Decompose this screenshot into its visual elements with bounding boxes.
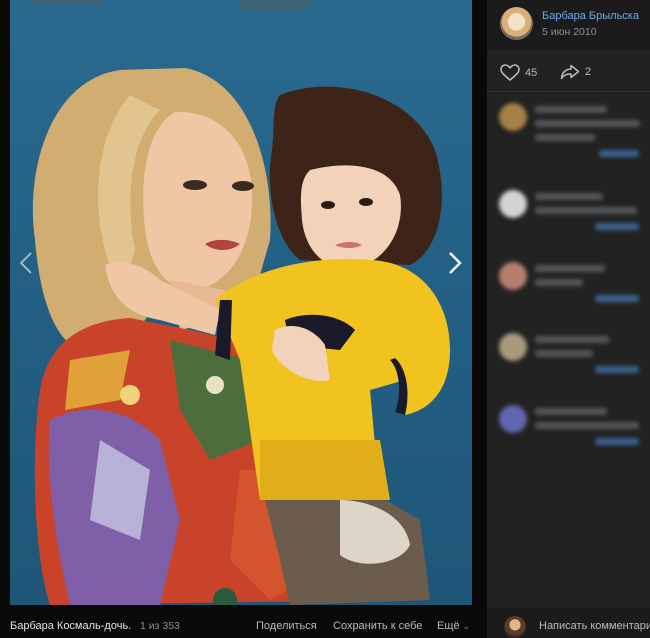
- previous-photo-button[interactable]: [14, 248, 38, 278]
- comment-avatar: [499, 262, 527, 290]
- save-to-my-photos-button[interactable]: Сохранить к себе: [333, 620, 422, 632]
- comment-avatar: [499, 190, 527, 218]
- comment-reply-placeholder: [595, 438, 639, 445]
- photo[interactable]: [10, 0, 472, 605]
- reactions-bar: 45 2: [487, 56, 650, 92]
- author-name-link[interactable]: Барбара Брыльска: [542, 10, 639, 22]
- comment-text-placeholder: [535, 350, 593, 357]
- chevron-down-icon: ⌄: [462, 621, 471, 631]
- comment-item: [499, 103, 644, 163]
- comment-avatar: [499, 405, 527, 433]
- comment-reply-placeholder: [595, 295, 639, 302]
- photo-counter: 1 из 353: [140, 620, 180, 632]
- more-label: Ещё: [437, 620, 460, 632]
- comment-author-placeholder: [535, 408, 607, 415]
- photo-caption: Барбара Космаль-дочь.: [10, 620, 132, 632]
- comment-author-placeholder: [535, 265, 605, 272]
- comment-text-placeholder: [535, 422, 639, 429]
- comment-text-placeholder: [535, 207, 637, 214]
- post-date: 5 июн 2010: [542, 26, 597, 38]
- repost-button[interactable]: 2: [560, 64, 591, 80]
- comment-avatar: [499, 103, 527, 131]
- comment-reply-placeholder: [599, 150, 639, 157]
- comment-author-placeholder: [535, 106, 607, 113]
- photo-caption-bar: Барбара Космаль-дочь. 1 из 353 Поделитьс…: [0, 612, 487, 638]
- repost-count: 2: [585, 66, 592, 78]
- photo-viewer: Барбара Космаль-дочь. 1 из 353 Поделитьс…: [0, 0, 487, 638]
- comment-author-placeholder: [535, 193, 603, 200]
- author-avatar[interactable]: [500, 7, 533, 40]
- heart-icon: [500, 64, 520, 81]
- comment-item: [499, 333, 644, 393]
- share-arrow-icon: [560, 64, 580, 80]
- comment-text-placeholder: [535, 134, 595, 141]
- author-header: Барбара Брыльска 5 июн 2010: [487, 0, 650, 50]
- comment-item: [499, 262, 644, 322]
- comment-reply-placeholder: [595, 366, 639, 373]
- comment-text-placeholder: [535, 279, 583, 286]
- comment-reply-placeholder: [595, 223, 639, 230]
- chevron-right-icon: [449, 252, 462, 274]
- photo-side-panel: Барбара Брыльска 5 июн 2010 45 2 Написат…: [487, 0, 650, 638]
- comment-author-placeholder: [535, 336, 609, 343]
- like-button[interactable]: 45: [500, 64, 537, 81]
- chevron-left-icon: [19, 252, 32, 274]
- more-menu-button[interactable]: Ещё ⌄: [437, 620, 470, 632]
- like-count: 45: [525, 66, 538, 79]
- next-photo-button[interactable]: [443, 248, 467, 278]
- photo-illustration: [30, 0, 450, 605]
- comment-item: [499, 190, 644, 250]
- comment-item: [499, 405, 644, 465]
- comment-avatar: [499, 333, 527, 361]
- current-user-avatar: [504, 616, 526, 638]
- comment-text-placeholder: [535, 120, 640, 127]
- share-button[interactable]: Поделиться: [256, 620, 317, 632]
- comment-composer: Написать комментарий: [487, 608, 650, 638]
- comment-input[interactable]: Написать комментарий: [539, 620, 650, 632]
